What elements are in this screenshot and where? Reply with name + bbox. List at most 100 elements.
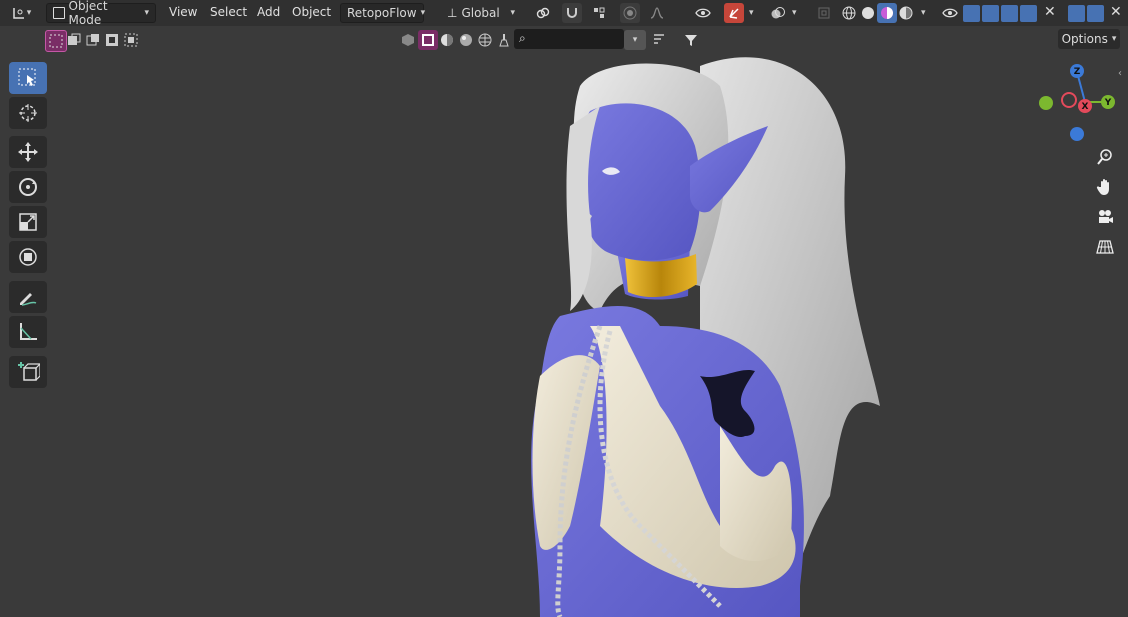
material-icon xyxy=(460,34,472,46)
select-mode-extend[interactable] xyxy=(64,30,84,50)
chevron-down-icon[interactable]: ▾ xyxy=(792,8,797,18)
select-invert-icon xyxy=(106,34,118,46)
tool-select-box[interactable] xyxy=(9,62,47,94)
filter-brush-toggle[interactable] xyxy=(494,30,514,50)
search-icon: ⌕ xyxy=(519,31,526,45)
chevron-down-icon: ▾ xyxy=(632,35,638,45)
options-button[interactable]: Options ▾ xyxy=(1058,29,1120,49)
tool-annotate[interactable] xyxy=(9,281,47,313)
chevron-down-icon[interactable]: ▾ xyxy=(921,8,926,18)
menu-select[interactable]: Select xyxy=(210,5,247,19)
perspective-toggle-button[interactable] xyxy=(1093,235,1117,259)
mode-label: Object Mode xyxy=(68,0,108,27)
select-mode-subtract[interactable] xyxy=(83,30,103,50)
search-input[interactable] xyxy=(534,31,622,47)
material-sphere-icon xyxy=(881,7,893,19)
snap-target-button[interactable] xyxy=(584,3,614,23)
hand-icon xyxy=(1096,179,1109,195)
3d-viewport[interactable]: ⌕ ▾ Options ▾ ‹ Z Y X xyxy=(0,26,1128,617)
editor-type-button[interactable]: ▾ xyxy=(4,3,38,23)
select-new-icon xyxy=(49,34,63,48)
tool-transform[interactable] xyxy=(9,241,47,273)
layout-button[interactable] xyxy=(1068,5,1085,22)
snap-toggle[interactable] xyxy=(562,3,582,23)
snap-grid-icon xyxy=(594,7,605,18)
sort-button[interactable] xyxy=(647,30,671,50)
gizmo-x-label: X xyxy=(1082,102,1089,112)
cube-icon xyxy=(402,34,414,46)
chevron-down-icon: ▾ xyxy=(510,8,515,18)
rotate-icon xyxy=(19,178,37,196)
wireframe-sphere-icon xyxy=(842,6,856,20)
add-cube-icon xyxy=(18,362,40,381)
filter-shading-toggle[interactable] xyxy=(437,30,457,50)
camera-icon xyxy=(1099,210,1113,223)
filter-world-toggle[interactable] xyxy=(475,30,495,50)
solid-sphere-icon xyxy=(862,7,874,19)
shading-rendered[interactable] xyxy=(896,3,916,23)
tool-move[interactable] xyxy=(9,136,47,168)
tool-rotate[interactable] xyxy=(9,171,47,203)
annotate-icon xyxy=(20,293,37,306)
square-icon xyxy=(422,34,434,46)
retopoflow-label: RetopoFlow xyxy=(347,6,417,20)
filter-material-toggle[interactable] xyxy=(456,30,476,50)
xray-icon xyxy=(818,7,830,19)
sphere-half-icon xyxy=(441,34,453,46)
close-icon[interactable]: ✕ xyxy=(1110,4,1122,20)
orientation-label: Global xyxy=(461,6,500,20)
layout-button[interactable] xyxy=(982,5,999,22)
layout-button[interactable] xyxy=(1001,5,1018,22)
hide-toggle[interactable] xyxy=(940,3,960,23)
filter-select-toggle[interactable] xyxy=(418,30,438,50)
mode-selector[interactable]: Object Mode ▾ xyxy=(46,0,156,27)
visibility-selector[interactable] xyxy=(686,3,720,23)
gizmo-toggle[interactable] xyxy=(724,3,744,23)
select-mode-intersect[interactable] xyxy=(121,30,141,50)
menu-view[interactable]: View xyxy=(169,5,197,19)
chevron-down-icon: ▾ xyxy=(1111,34,1117,44)
select-subtract-icon xyxy=(86,34,99,46)
gizmo-icon xyxy=(729,8,739,19)
select-box-icon xyxy=(18,68,36,86)
funnel-icon xyxy=(685,35,697,46)
close-icon[interactable]: ✕ xyxy=(1044,4,1056,20)
menu-object[interactable]: Object xyxy=(292,5,331,19)
filter-mesh-toggle[interactable] xyxy=(398,30,418,50)
proportional-edit-toggle[interactable] xyxy=(620,3,640,23)
overlay-toggle[interactable] xyxy=(768,3,788,23)
layout-button[interactable] xyxy=(1087,5,1104,22)
filter-button[interactable] xyxy=(676,30,706,50)
filter-dropdown[interactable]: ▾ xyxy=(624,30,646,50)
gizmo-z-label: Z xyxy=(1074,67,1081,77)
falloff-curve-icon xyxy=(650,7,664,19)
pan-button[interactable] xyxy=(1093,175,1117,199)
character-model xyxy=(531,57,880,617)
chevron-down-icon[interactable]: ▾ xyxy=(749,8,754,18)
pivot-point-button[interactable] xyxy=(528,3,558,23)
tool-cursor[interactable] xyxy=(9,97,47,129)
menu-add[interactable]: Add xyxy=(257,5,280,19)
tool-measure[interactable] xyxy=(9,316,47,348)
overlay-icon xyxy=(771,7,785,19)
orientation-selector[interactable]: ⊥ Global ▾ xyxy=(441,3,521,23)
falloff-button[interactable] xyxy=(643,3,671,23)
camera-view-button[interactable] xyxy=(1093,205,1117,229)
shading-material[interactable] xyxy=(877,3,897,23)
tool-add-cube[interactable] xyxy=(9,356,47,388)
select-mode-invert[interactable] xyxy=(102,30,122,50)
layout-button[interactable] xyxy=(963,5,980,22)
shading-wireframe[interactable] xyxy=(839,3,859,23)
tool-scale[interactable] xyxy=(9,206,47,238)
grid-icon xyxy=(1096,240,1114,254)
measure-icon xyxy=(20,323,37,340)
layout-button[interactable] xyxy=(1020,5,1037,22)
retopoflow-menu[interactable]: RetopoFlow ▾ xyxy=(340,3,425,23)
shading-solid[interactable] xyxy=(858,3,878,23)
xray-toggle[interactable] xyxy=(814,3,834,23)
brush-icon xyxy=(499,34,509,47)
zoom-button[interactable] xyxy=(1093,145,1117,169)
search-field[interactable]: ⌕ xyxy=(514,29,624,49)
object-mode-icon xyxy=(53,7,65,19)
navigation-gizmo[interactable]: Z Y X xyxy=(1033,62,1123,152)
